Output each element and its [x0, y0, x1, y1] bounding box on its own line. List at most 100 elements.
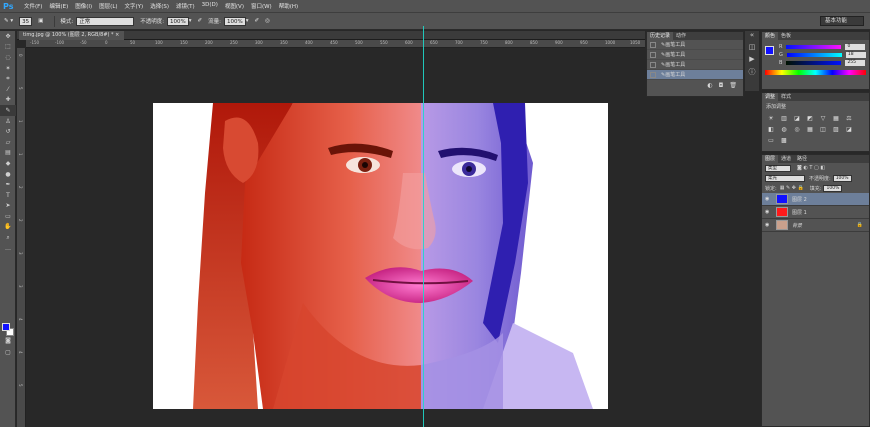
filter-icons[interactable]: ◙ ◐ T ▢ ◧	[797, 165, 825, 171]
chevron-down-icon[interactable]: ▾	[246, 18, 249, 24]
eye-icon[interactable]: ◉	[765, 196, 773, 202]
layer-name[interactable]: 背景	[792, 222, 802, 229]
vibrance-icon[interactable]: ▽	[818, 115, 828, 123]
stamp-tool-icon[interactable]: ♙	[0, 116, 16, 127]
layer-row[interactable]: ◉ 图层 2	[762, 193, 869, 206]
menu-layer[interactable]: 图层(L)	[99, 2, 117, 10]
history-item[interactable]: ✎ 画笔工具	[647, 40, 743, 50]
vertical-ruler[interactable]: 0 5 1 1 2 2 3 3 4 4 5	[17, 48, 26, 427]
foreground-color-swatch[interactable]	[2, 323, 10, 331]
lock-icons[interactable]: ▦ ✎ ✥ 🔒	[780, 185, 804, 191]
menu-view[interactable]: 视图(V)	[225, 2, 244, 10]
info-icon[interactable]: ⓘ	[745, 67, 759, 79]
fg-color-swatch[interactable]	[765, 46, 774, 55]
quick-mask-icon[interactable]: ◙	[0, 335, 16, 346]
pressure-opacity-icon[interactable]: ✐	[198, 18, 203, 24]
vertical-guide-line[interactable]	[423, 26, 424, 427]
gradient-map-icon[interactable]: ▭	[766, 137, 776, 145]
eye-icon[interactable]: ◉	[765, 209, 773, 215]
menu-edit[interactable]: 编辑(E)	[49, 2, 68, 10]
menu-window[interactable]: 窗口(W)	[251, 2, 272, 10]
type-tool-icon[interactable]: T	[0, 190, 16, 201]
move-tool-icon[interactable]: ✥	[0, 31, 16, 42]
tab-actions[interactable]: 动作	[673, 32, 689, 40]
menu-type[interactable]: 文字(Y)	[125, 2, 144, 10]
color-spectrum[interactable]	[765, 70, 866, 75]
b-slider[interactable]	[786, 61, 842, 65]
exposure-icon[interactable]: ◩	[805, 115, 815, 123]
bw-icon[interactable]: ◧	[766, 126, 776, 134]
menu-3d[interactable]: 3D(D)	[202, 2, 218, 10]
r-value[interactable]: 0	[845, 44, 866, 50]
document-tab[interactable]: timg.jpg @ 100% (图层 2, RGB/8#) * ×	[19, 31, 124, 40]
snapshot-icon[interactable]: ◐	[707, 82, 712, 89]
camera-icon[interactable]: ◘	[719, 82, 724, 89]
g-slider[interactable]	[786, 53, 842, 57]
path-select-icon[interactable]: ➤	[0, 201, 16, 212]
brush-tool-icon[interactable]: ✎	[0, 105, 16, 116]
crop-tool-icon[interactable]: ⌗	[0, 73, 16, 84]
image-canvas[interactable]	[153, 103, 608, 409]
layer-opacity-field[interactable]: 100%	[832, 174, 852, 182]
g-value[interactable]: 18	[845, 52, 866, 58]
tab-styles[interactable]: 样式	[778, 93, 794, 101]
dodge-tool-icon[interactable]: ●	[0, 169, 16, 180]
menu-image[interactable]: 图像(I)	[75, 2, 92, 10]
tab-history[interactable]: 历史记录	[647, 32, 674, 40]
flow-field[interactable]: 100%	[224, 16, 246, 26]
tab-color[interactable]: 颜色	[762, 32, 779, 40]
color-balance-icon[interactable]: ⚖	[844, 115, 854, 123]
expand-icon[interactable]: «	[745, 31, 759, 43]
tab-channels[interactable]: 通道	[778, 155, 794, 163]
menu-filter[interactable]: 滤镜(T)	[176, 2, 195, 10]
blur-tool-icon[interactable]: ◆	[0, 158, 16, 169]
screen-mode-icon[interactable]: ▢	[0, 347, 16, 358]
eraser-icon[interactable]: ▱	[0, 137, 16, 148]
hue-icon[interactable]: ▦	[831, 115, 841, 123]
photo-filter-icon[interactable]: ◍	[779, 126, 789, 134]
brush-tool-icon[interactable]: ✎ ▾	[4, 18, 13, 24]
mode-select[interactable]: 正常	[76, 16, 135, 26]
magic-wand-icon[interactable]: ✶	[0, 63, 16, 74]
layer-kind-filter[interactable]: 类型	[765, 164, 791, 172]
horizontal-ruler[interactable]: -150 -100 -50 0 50 100 150 200 250 300 350 400 450 50…	[26, 40, 645, 48]
healing-brush-icon[interactable]: ✚	[0, 95, 16, 106]
play-icon[interactable]: ▶	[745, 55, 759, 67]
b-value[interactable]: 255	[845, 60, 866, 66]
fill-field[interactable]: 100%	[823, 184, 843, 192]
layer-name[interactable]: 图层 2	[792, 196, 807, 203]
close-icon[interactable]: ×	[115, 32, 119, 38]
tab-adjustments[interactable]: 调整	[762, 93, 779, 101]
r-slider[interactable]	[786, 45, 842, 49]
tab-paths[interactable]: 路径	[794, 155, 810, 163]
gradient-tool-icon[interactable]: ▤	[0, 148, 16, 159]
zoom-tool-icon[interactable]: ⌕	[0, 232, 16, 243]
tab-swatches[interactable]: 色板	[778, 32, 794, 40]
history-item[interactable]: ✎ 画笔工具	[647, 70, 743, 80]
pressure-size-icon[interactable]: ◎	[265, 18, 270, 24]
brush-size-field[interactable]: 35	[19, 16, 33, 26]
menu-file[interactable]: 文件(F)	[24, 2, 42, 10]
brightness-icon[interactable]: ☀	[766, 115, 776, 123]
layer-row[interactable]: ◉ 背景 🔒	[762, 219, 869, 232]
eyedropper-icon[interactable]: ⁄	[0, 84, 16, 95]
curves-icon[interactable]: ◪	[792, 115, 802, 123]
hand-tool-icon[interactable]: ✋	[0, 222, 16, 233]
channel-mixer-icon[interactable]: ◎	[792, 126, 802, 134]
menu-help[interactable]: 帮助(H)	[279, 2, 298, 10]
posterize-icon[interactable]: ▨	[831, 126, 841, 134]
layer-row[interactable]: ◉ 图层 1	[762, 206, 869, 219]
menu-select[interactable]: 选择(S)	[150, 2, 169, 10]
shape-tool-icon[interactable]: ▭	[0, 211, 16, 222]
more-tools-icon[interactable]: …	[0, 243, 16, 254]
history-brush-icon[interactable]: ↺	[0, 126, 16, 137]
trash-icon[interactable]: 🗑	[729, 82, 737, 89]
pen-tool-icon[interactable]: ✒	[0, 179, 16, 190]
airbrush-icon[interactable]: ✐	[255, 18, 260, 24]
chevron-down-icon[interactable]: ▾	[189, 18, 192, 24]
color-lookup-icon[interactable]: ▦	[805, 126, 815, 134]
brush-panel-icon[interactable]: ▣	[38, 18, 43, 24]
lasso-tool-icon[interactable]: ◌	[0, 52, 16, 63]
tab-layers[interactable]: 图层	[762, 155, 779, 163]
history-item[interactable]: ✎ 画笔工具	[647, 60, 743, 70]
